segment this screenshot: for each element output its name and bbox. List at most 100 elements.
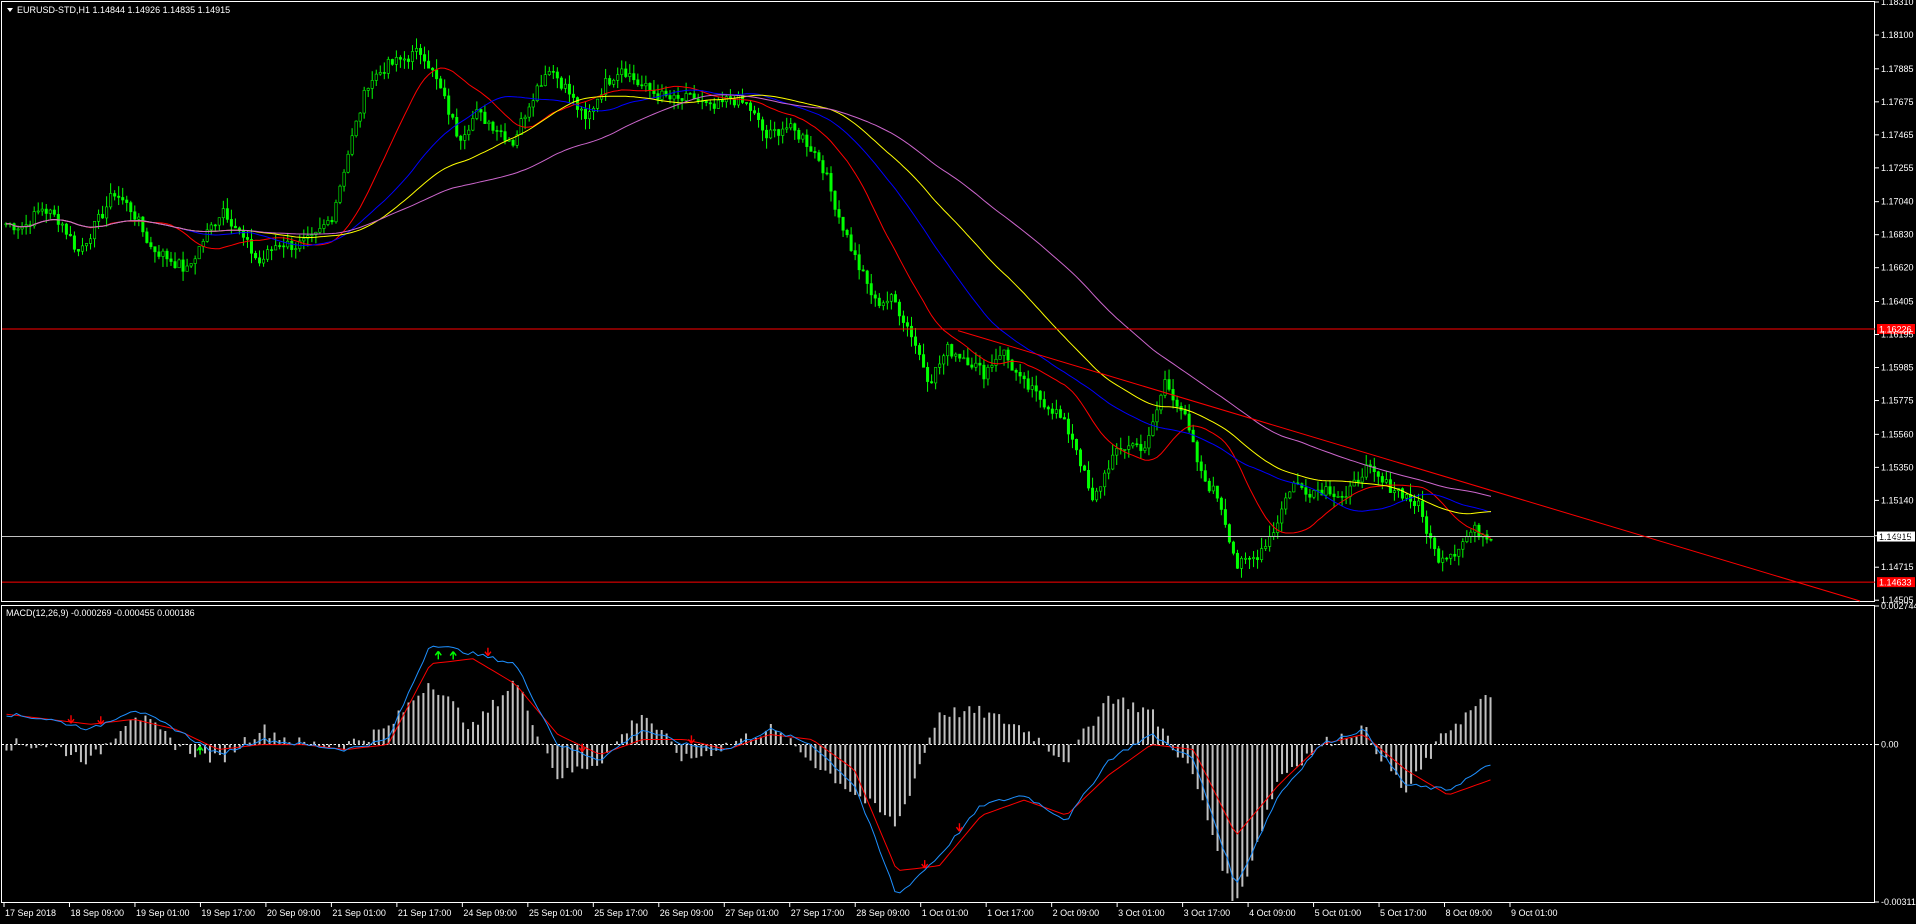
candle-body (1288, 491, 1292, 499)
candle-body (1191, 429, 1195, 443)
candle-body (1304, 487, 1308, 495)
candle-body (1260, 548, 1264, 560)
candle-body (270, 249, 274, 251)
time-tick-label: 19 Sep 01:00 (136, 908, 190, 918)
candle-body (1392, 490, 1396, 493)
macd-histogram-bar (179, 744, 182, 747)
macd-histogram-bar (40, 744, 43, 746)
macd-histogram-bar (591, 744, 594, 766)
candle-body (278, 245, 282, 247)
macd-histogram-bar (362, 740, 365, 745)
macd-histogram-bar (338, 744, 341, 748)
macd-histogram-bar (670, 741, 673, 745)
macd-histogram-bar (442, 695, 445, 745)
candle-body (499, 130, 503, 133)
candle-body (527, 106, 531, 118)
candle-body (978, 362, 982, 366)
candle-body (374, 73, 378, 81)
candle-body (1207, 480, 1211, 492)
candle-body (76, 248, 80, 252)
candle-body (805, 134, 809, 147)
macd-histogram-bar (794, 744, 797, 747)
macd-histogram-bar (1107, 695, 1110, 745)
candle-body (1453, 553, 1457, 557)
candle-body (632, 73, 636, 81)
macd-histogram-bar (412, 700, 415, 745)
candle-body (302, 238, 306, 242)
candle-body (1356, 479, 1360, 483)
price-tick-label: 1.17675 (1881, 97, 1914, 107)
macd-histogram-bar (611, 744, 614, 746)
candle-body (133, 211, 137, 220)
macd-histogram-bar (1276, 744, 1279, 782)
candle-body (318, 228, 322, 233)
candle-body (221, 208, 225, 219)
candle-body (1388, 479, 1392, 493)
candle-body (153, 246, 157, 253)
candle-body (16, 228, 20, 231)
price-tick-label: 1.17465 (1881, 130, 1914, 140)
price-tick-label: 1.15775 (1881, 396, 1914, 406)
candle-body (628, 73, 632, 77)
candle-body (1099, 486, 1103, 492)
candle-body (1062, 417, 1066, 420)
macd-histogram-bar (55, 744, 58, 746)
macd-histogram-bar (1022, 732, 1025, 745)
candle-body (1006, 349, 1010, 361)
time-tick-label: 5 Oct 17:00 (1380, 908, 1427, 918)
time-tick-label: 9 Oct 01:00 (1511, 908, 1558, 918)
chart-title: EURUSD-STD,H1 1.14844 1.14926 1.14835 1.… (17, 5, 230, 15)
macd-histogram-bar (1454, 723, 1457, 745)
macd-histogram-bar (1087, 726, 1090, 745)
macd-histogram-bar (1286, 744, 1289, 773)
macd-histogram-bar (1072, 744, 1075, 745)
macd-histogram-bar (273, 732, 276, 745)
candle-body (668, 95, 672, 100)
candle-body (1103, 472, 1107, 488)
candle-body (604, 78, 608, 95)
macd-histogram-bar (501, 695, 504, 745)
candle-body (1340, 496, 1344, 498)
candle-body (286, 240, 290, 248)
candle-body (169, 258, 173, 262)
candle-body (1083, 465, 1087, 471)
candle-body (1248, 557, 1252, 560)
macd-histogram-bar (650, 723, 653, 745)
chart-canvas[interactable]: 1.162261.149151.14633 1.183101.181001.17… (0, 0, 1916, 924)
candle-body (1239, 558, 1243, 569)
macd-histogram-bar (973, 712, 976, 745)
macd-histogram-bar (228, 744, 231, 748)
candle-body (712, 103, 716, 109)
candle-body (346, 153, 350, 173)
macd-histogram-bar (774, 730, 777, 745)
candle-body (1066, 418, 1070, 435)
macd-histogram-bar (834, 744, 837, 784)
candle-body (487, 121, 491, 124)
macd-histogram-bar (1355, 736, 1358, 745)
macd-histogram-bar (903, 744, 906, 805)
candle-body (962, 357, 966, 360)
candle-body (1417, 500, 1421, 507)
candle-body (982, 364, 986, 380)
candle-body (865, 270, 869, 284)
price-tick-label: 1.18100 (1881, 30, 1914, 40)
candle-body (414, 48, 418, 52)
candle-body (141, 216, 145, 233)
candle-body (612, 79, 616, 85)
macd-histogram-bar (1380, 744, 1383, 762)
candle-body (547, 71, 551, 75)
macd-histogram-bar (79, 744, 82, 763)
candle-body (950, 344, 954, 357)
macd-histogram-bar (1062, 744, 1065, 763)
macd-histogram-bar (690, 744, 693, 759)
candle-body (797, 130, 801, 140)
macd-histogram-bar (1315, 743, 1318, 745)
macd-histogram-bar (194, 744, 197, 758)
candle-body (419, 48, 423, 55)
macd-histogram-bar (164, 730, 167, 745)
price-tick-label: 1.15560 (1881, 429, 1914, 439)
candle-body (696, 98, 700, 102)
macd-histogram-bar (134, 717, 137, 745)
macd-histogram-bar (35, 744, 38, 748)
macd-histogram-bar (531, 725, 534, 745)
